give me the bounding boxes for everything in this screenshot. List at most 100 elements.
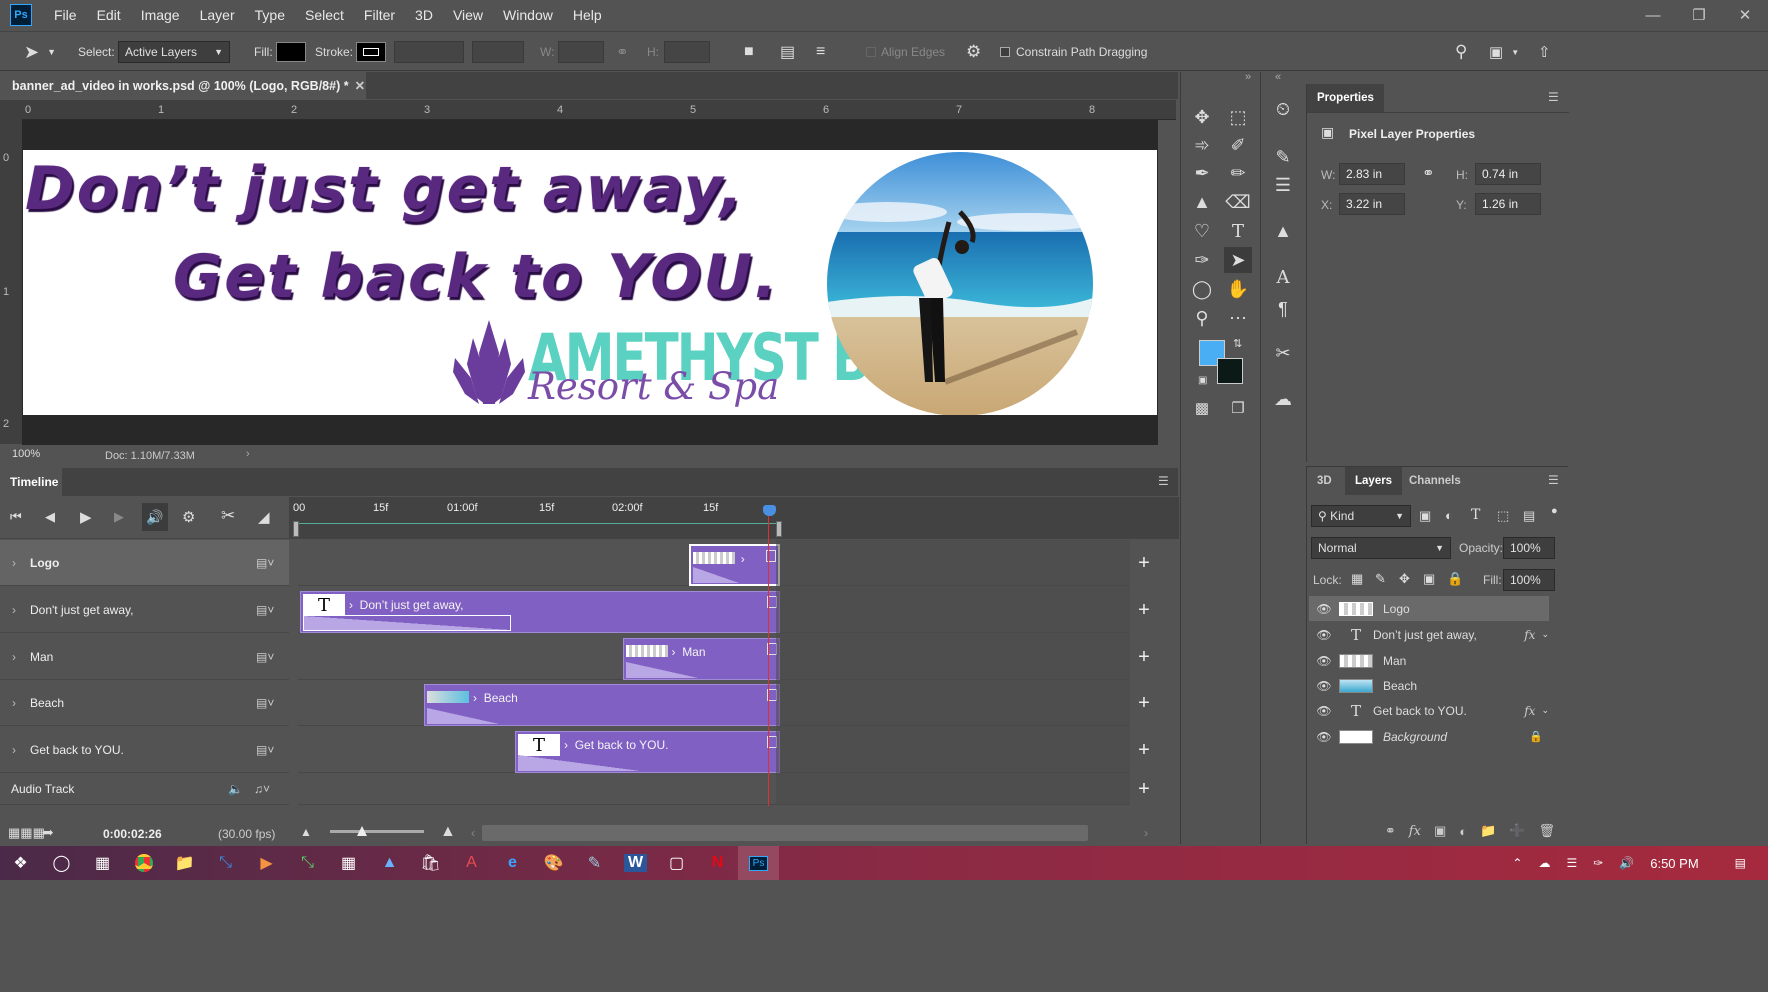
stroke-width-field[interactable] [394,41,464,63]
zoom-tool-icon[interactable]: ⚲ [1188,305,1216,331]
visibility-eye-icon[interactable]: 👁 [1309,730,1339,744]
constrain-path-checkbox[interactable]: Constrain Path Dragging [1000,32,1147,72]
status-menu-icon[interactable]: › [246,448,250,460]
filter-adjustment-icon[interactable]: ◐ [1445,508,1453,523]
task-view-icon[interactable]: ▦ [82,846,123,880]
hand-tool-icon[interactable]: ✋ [1224,276,1252,302]
menu-edit[interactable]: Edit [87,7,131,23]
clip-logo[interactable]: › [688,544,780,586]
default-colors-icon[interactable]: ▣ [1198,375,1207,386]
x-field[interactable]: 3.22 in [1339,193,1405,215]
current-time[interactable]: 0:00:02:26 [103,827,162,841]
eraser-tool-icon[interactable]: ⌫ [1224,189,1252,215]
menu-type[interactable]: Type [245,7,295,23]
width-field[interactable]: 2.83 in [1339,163,1405,185]
visibility-eye-icon[interactable]: 👁 [1309,679,1339,693]
film-icon[interactable]: ▤˅ [256,650,274,664]
layer-filter-dropdown[interactable]: ⚲ Kind ▼ [1311,505,1411,527]
close-tab-icon[interactable]: ✕ [355,78,365,93]
y-field[interactable]: 1.26 in [1475,193,1541,215]
brush-tool-icon[interactable]: ✏ [1224,160,1252,186]
track-logo[interactable]: › Logo ▤˅ [0,540,289,586]
track-man[interactable]: › Man ▤˅ [0,634,289,680]
prev-frame-icon[interactable]: ◀ [45,509,55,525]
lock-artboard-icon[interactable]: ▣ [1423,571,1435,587]
store-icon[interactable]: 🛍 [410,846,451,880]
screen-mode-icon[interactable]: ❐ [1224,395,1252,421]
lock-paint-icon[interactable]: ✎ [1375,571,1386,587]
fx-icon[interactable]: fx [1524,628,1535,642]
clone-source-icon[interactable]: ▲ [1269,218,1297,244]
access-icon[interactable]: A [451,846,492,880]
wifi-icon[interactable]: ☰ [1566,856,1577,870]
opacity-field[interactable]: 100% [1503,537,1555,559]
expand-effects-icon[interactable]: ⌄ [1541,629,1549,640]
add-media-button[interactable]: + [1132,680,1156,726]
menu-file[interactable]: File [44,7,87,23]
file-explorer-icon[interactable]: 📁 [164,846,205,880]
zoom-in-icon[interactable]: ▲ [440,823,456,841]
timeline-scrollbar[interactable] [482,825,1088,841]
menu-help[interactable]: Help [563,7,612,23]
minimize-icon[interactable]: — [1630,0,1676,30]
path-selection-tool-icon[interactable]: ➤ [1224,247,1252,273]
filter-smart-icon[interactable]: ▤ [1523,508,1535,524]
new-layer-icon[interactable]: ➕ [1509,823,1525,839]
show-hidden-icons[interactable]: ⌃ [1512,856,1522,870]
share-icon[interactable]: ⇧ [1538,32,1551,72]
menu-select[interactable]: Select [295,7,354,23]
pen-icon[interactable]: ✑ [1593,856,1603,870]
track-audio[interactable]: Audio Track 🔈 ♫˅ [0,773,289,805]
select-dropdown[interactable]: Active Layers ▼ [118,41,230,63]
zoom-out-icon[interactable]: ▲ [300,825,312,839]
gear-icon[interactable]: ⚙ [966,32,981,72]
quick-select-tool-icon[interactable]: ✐ [1224,132,1252,158]
swap-colors-icon[interactable]: ⇅ [1233,337,1242,350]
layer-row-logo[interactable]: 👁 Logo [1309,596,1549,621]
tab-channels[interactable]: Channels [1399,467,1471,495]
layer-row-get-back-to-you[interactable]: 👁 T Get back to YOU. fx ⌄ [1309,698,1549,723]
add-media-button[interactable]: + [1132,540,1156,586]
filter-type-icon[interactable]: T [1471,507,1480,523]
track-get-back-to-you[interactable]: › Get back to YOU. ▤˅ [0,727,289,773]
visibility-eye-icon[interactable]: 👁 [1309,602,1339,616]
cortana-icon[interactable]: ◯ [41,846,82,880]
path-operations-icon[interactable]: ■ [744,32,754,72]
new-group-icon[interactable]: 📁 [1480,823,1496,839]
eyedropper-tool-icon[interactable]: ✒ [1188,160,1216,186]
menu-image[interactable]: Image [131,7,190,23]
link-icon[interactable]: ⚭ [616,32,629,72]
blend-mode-dropdown[interactable]: Normal ▼ [1311,537,1451,559]
filter-pixel-icon[interactable]: ▣ [1419,508,1431,524]
visual-studio-code-icon[interactable]: ⤡ [287,846,328,880]
path-select-tool-icon[interactable]: ➤ ▼ [24,32,56,72]
photoshop-taskbar-icon[interactable]: Ps [738,846,779,880]
menu-view[interactable]: View [443,7,493,23]
add-style-icon[interactable]: fx [1409,824,1421,839]
zoom-slider[interactable] [330,830,424,833]
collapse-icon[interactable]: » [1245,71,1251,83]
delete-layer-icon[interactable]: 🗑 [1538,823,1555,839]
document-tab[interactable]: banner_ad_video in works.psd @ 100% (Log… [0,72,366,99]
stroke-swatch[interactable] [356,42,386,62]
clip-man[interactable]: › Man [622,638,780,680]
onedrive-icon[interactable]: ☁ [1538,856,1550,870]
edge-icon[interactable]: e [492,846,533,880]
layer-row-beach[interactable]: 👁 Beach [1309,673,1549,698]
brush-settings-icon[interactable]: ✎ [1269,144,1297,170]
pen-tool-icon[interactable]: ✑ [1188,247,1216,273]
visibility-eye-icon[interactable]: 👁 [1309,704,1339,718]
menu-3d[interactable]: 3D [405,7,443,23]
work-area-start-handle[interactable] [293,521,299,537]
quick-mask-icon[interactable]: ▩ [1188,395,1216,421]
transition-icon[interactable]: ◢ [258,508,270,526]
history-icon[interactable]: ⏲ [1269,96,1297,122]
link-dimensions-icon[interactable]: ⚭ [1422,164,1435,182]
netflix-icon[interactable]: N [697,846,738,880]
scroll-left-icon[interactable]: ‹ [471,826,475,840]
lock-all-icon[interactable]: 🔒 [1447,571,1463,587]
align-edges-checkbox[interactable]: Align Edges [866,32,945,72]
settings-gear-icon[interactable]: ⚙ [182,508,195,526]
scroll-right-icon[interactable]: › [1144,826,1148,840]
clip-beach[interactable]: › Beach [424,684,780,726]
